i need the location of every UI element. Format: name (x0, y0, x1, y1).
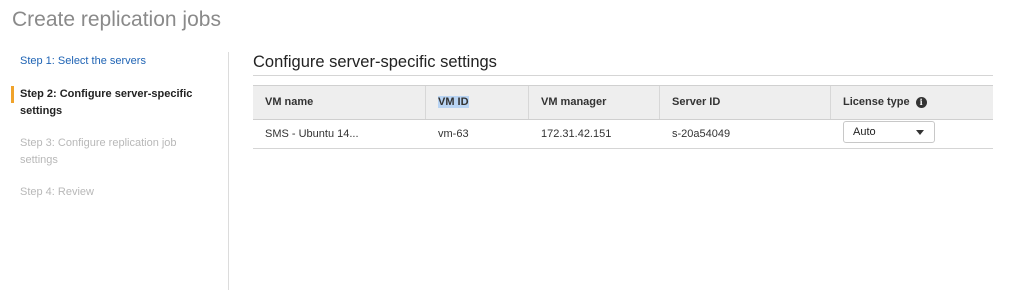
license-type-value: Auto (853, 126, 876, 138)
cell-vm-name: SMS - Ubuntu 14... (265, 128, 359, 140)
column-header-vm-manager[interactable]: VM manager (529, 86, 659, 119)
column-header-vm-id[interactable]: VM ID (426, 86, 528, 119)
active-step-indicator (11, 86, 14, 103)
column-header-vm-name[interactable]: VM name (253, 86, 425, 119)
step-select-servers[interactable]: Step 1: Select the servers (20, 53, 215, 70)
page-title: Create replication jobs (12, 8, 221, 31)
step-configure-server-settings: Step 2: Configure server-specific settin… (20, 88, 193, 117)
section-divider (253, 75, 993, 76)
steps-divider (228, 52, 229, 290)
step-review: Step 4: Review (20, 186, 94, 198)
column-header-server-id[interactable]: Server ID (660, 86, 830, 119)
chevron-down-icon (916, 130, 924, 135)
section-title: Configure server-specific settings (253, 53, 497, 71)
step-configure-replication-job: Step 3: Configure replication job settin… (20, 137, 177, 166)
cell-vm-id: vm-63 (438, 128, 469, 140)
license-type-select[interactable]: Auto (843, 121, 935, 143)
info-icon[interactable]: i (915, 96, 927, 108)
cell-server-id: s-20a54049 (672, 128, 731, 140)
column-header-license-type[interactable]: License type i (831, 86, 993, 119)
cell-vm-manager: 172.31.42.151 (541, 128, 612, 140)
table-header: VM name VM ID VM manager Server ID Licen… (253, 85, 993, 120)
